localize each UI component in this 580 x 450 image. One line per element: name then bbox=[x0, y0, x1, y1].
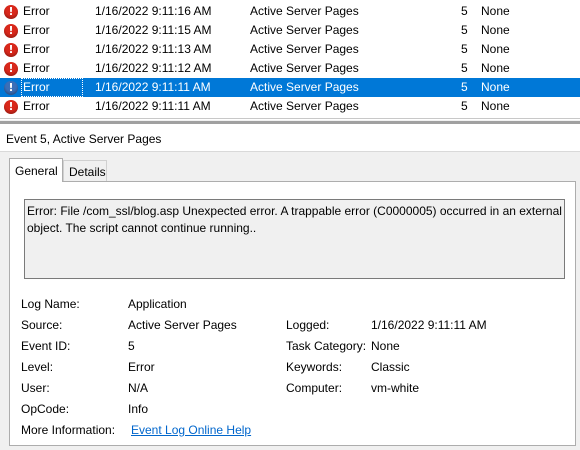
keywords-label: Keywords: bbox=[286, 360, 343, 374]
source-value: Active Server Pages bbox=[128, 318, 237, 332]
error-icon: ! bbox=[4, 40, 20, 59]
event-task-category: None bbox=[481, 4, 510, 18]
event-source: Active Server Pages bbox=[250, 42, 359, 56]
event-date: 1/16/2022 9:11:13 AM bbox=[95, 42, 212, 56]
event-source: Active Server Pages bbox=[250, 61, 359, 75]
computer-label: Computer: bbox=[286, 381, 343, 395]
event-level: Error bbox=[23, 42, 50, 56]
error-icon: ! bbox=[4, 97, 20, 116]
event-date: 1/16/2022 9:11:15 AM bbox=[95, 23, 212, 37]
event-date: 1/16/2022 9:11:11 AM bbox=[95, 99, 211, 113]
event-source: Active Server Pages bbox=[250, 99, 359, 113]
opcode-label: OpCode: bbox=[21, 402, 70, 416]
user-value: N/A bbox=[128, 381, 149, 395]
event-level: Error bbox=[23, 99, 50, 113]
more-info-label: More Information: bbox=[21, 423, 116, 437]
event-row[interactable]: ! Error 1/16/2022 9:11:13 AM Active Serv… bbox=[0, 40, 580, 59]
event-id-label: Event ID: bbox=[21, 339, 71, 353]
log-name-value: Application bbox=[128, 297, 187, 311]
event-level: Error bbox=[23, 4, 50, 18]
event-row[interactable]: ! Error 1/16/2022 9:11:15 AM Active Serv… bbox=[0, 21, 580, 40]
event-detail-pane: General Details Error: File /com_ssl/blo… bbox=[0, 153, 580, 450]
level-value: Error bbox=[128, 360, 155, 374]
event-id: 5 bbox=[461, 99, 468, 113]
tab-general[interactable]: General bbox=[9, 158, 63, 182]
event-id-value: 5 bbox=[128, 339, 135, 353]
event-id: 5 bbox=[461, 61, 468, 75]
general-tab-panel: Error: File /com_ssl/blog.asp Unexpected… bbox=[9, 181, 576, 446]
list-divider bbox=[0, 118, 580, 119]
opcode-value: Info bbox=[128, 402, 149, 416]
task-category-value: None bbox=[371, 339, 400, 353]
event-source: Active Server Pages bbox=[250, 4, 359, 18]
level-label: Level: bbox=[21, 360, 54, 374]
event-id: 5 bbox=[461, 42, 468, 56]
tab-details[interactable]: Details bbox=[63, 160, 107, 182]
event-task-category: None bbox=[481, 99, 510, 113]
computer-value: vm-white bbox=[371, 381, 420, 395]
event-message[interactable]: Error: File /com_ssl/blog.asp Unexpected… bbox=[24, 199, 565, 279]
event-level: Error bbox=[23, 23, 50, 37]
source-label: Source: bbox=[21, 318, 63, 332]
event-detail-header: Event 5, Active Server Pages bbox=[0, 124, 580, 152]
logged-label: Logged: bbox=[286, 318, 330, 332]
event-level: Error bbox=[23, 61, 50, 75]
error-icon: ! bbox=[4, 59, 20, 78]
event-task-category: None bbox=[481, 61, 510, 75]
user-label: User: bbox=[21, 381, 50, 395]
event-task-category: None bbox=[481, 80, 510, 94]
logged-value: 1/16/2022 9:11:11 AM bbox=[371, 318, 487, 332]
error-icon: ! bbox=[4, 21, 20, 40]
event-task-category: None bbox=[481, 23, 510, 37]
event-source: Active Server Pages bbox=[250, 80, 359, 94]
log-name-label: Log Name: bbox=[21, 297, 80, 311]
event-log-online-help-link[interactable]: Event Log Online Help bbox=[131, 423, 251, 437]
event-id: 5 bbox=[461, 4, 468, 18]
event-date: 1/16/2022 9:11:11 AM bbox=[95, 80, 211, 94]
event-id: 5 bbox=[461, 23, 468, 37]
event-row-selected[interactable]: ! Error 1/16/2022 9:11:11 AM Active Serv… bbox=[0, 78, 580, 97]
keywords-value: Classic bbox=[371, 360, 410, 374]
event-row[interactable]: ! Error 1/16/2022 9:11:16 AM Active Serv… bbox=[0, 2, 580, 21]
event-date: 1/16/2022 9:11:12 AM bbox=[95, 61, 212, 75]
event-source: Active Server Pages bbox=[250, 23, 359, 37]
event-row[interactable]: ! Error 1/16/2022 9:11:12 AM Active Serv… bbox=[0, 59, 580, 78]
event-date: 1/16/2022 9:11:16 AM bbox=[95, 4, 212, 18]
error-icon: ! bbox=[4, 78, 20, 97]
event-row[interactable]: ! Error 1/16/2022 9:11:11 AM Active Serv… bbox=[0, 97, 580, 116]
event-id: 5 bbox=[461, 80, 468, 94]
task-category-label: Task Category: bbox=[286, 339, 367, 353]
error-icon: ! bbox=[4, 2, 20, 21]
event-task-category: None bbox=[481, 42, 510, 56]
event-level: Error bbox=[21, 78, 83, 97]
event-list[interactable]: ! Error 1/16/2022 9:11:16 AM Active Serv… bbox=[0, 0, 580, 120]
